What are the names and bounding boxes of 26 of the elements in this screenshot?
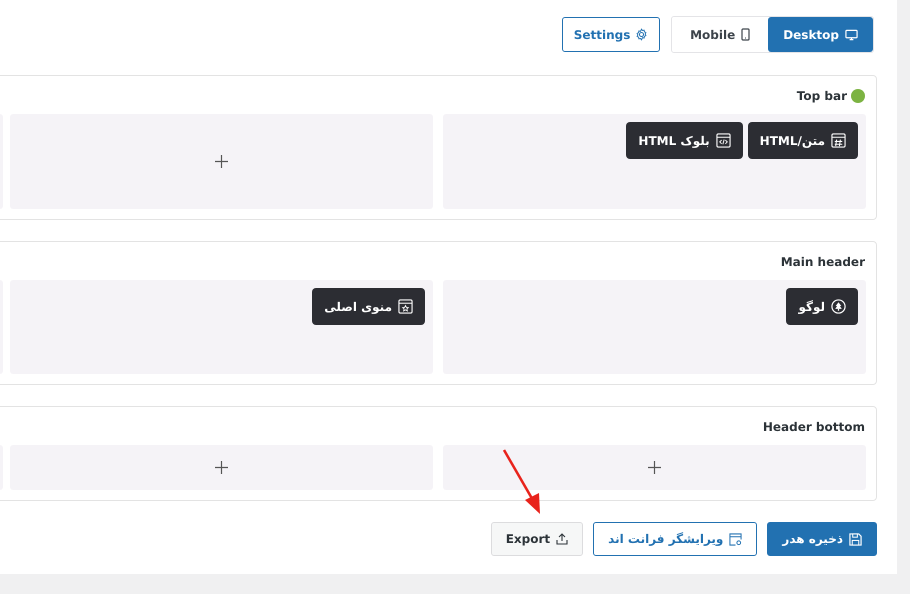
add-icon[interactable] bbox=[215, 461, 228, 474]
phone-icon bbox=[741, 28, 750, 41]
section-title: Header bottom bbox=[762, 420, 865, 434]
tree-icon bbox=[831, 299, 846, 314]
header-element-chip[interactable]: منوی اصلی bbox=[312, 288, 425, 325]
upload-icon bbox=[556, 533, 568, 545]
window-gear-icon bbox=[729, 532, 742, 546]
export-button[interactable]: Export bbox=[490, 522, 584, 556]
drop-zone[interactable]: لوگو bbox=[443, 280, 866, 374]
header-element-chip[interactable]: لوگو bbox=[786, 288, 858, 325]
code-icon bbox=[716, 133, 731, 148]
add-icon[interactable] bbox=[648, 461, 661, 474]
section-title: Top bar bbox=[796, 89, 847, 103]
header-element-chip[interactable]: متن/HTML bbox=[748, 122, 858, 159]
drop-zone[interactable]: متن/HTML بلوک HTML bbox=[443, 114, 866, 209]
settings-button[interactable]: Settings bbox=[562, 17, 660, 52]
section-title: Main header bbox=[780, 255, 865, 269]
settings-icon bbox=[635, 28, 648, 41]
header-element-chip[interactable]: بلوک HTML bbox=[626, 122, 743, 159]
monitor-icon bbox=[845, 28, 858, 40]
save-button[interactable]: ذخیره هدر bbox=[767, 522, 877, 556]
drop-zone[interactable]: منوی اصلی bbox=[10, 280, 433, 374]
editor-button[interactable]: ویرایشگر فرانت اند bbox=[593, 522, 758, 556]
desktop-tab[interactable]: Desktop bbox=[768, 17, 873, 52]
add-icon[interactable] bbox=[215, 155, 228, 168]
hash-icon bbox=[831, 133, 846, 148]
